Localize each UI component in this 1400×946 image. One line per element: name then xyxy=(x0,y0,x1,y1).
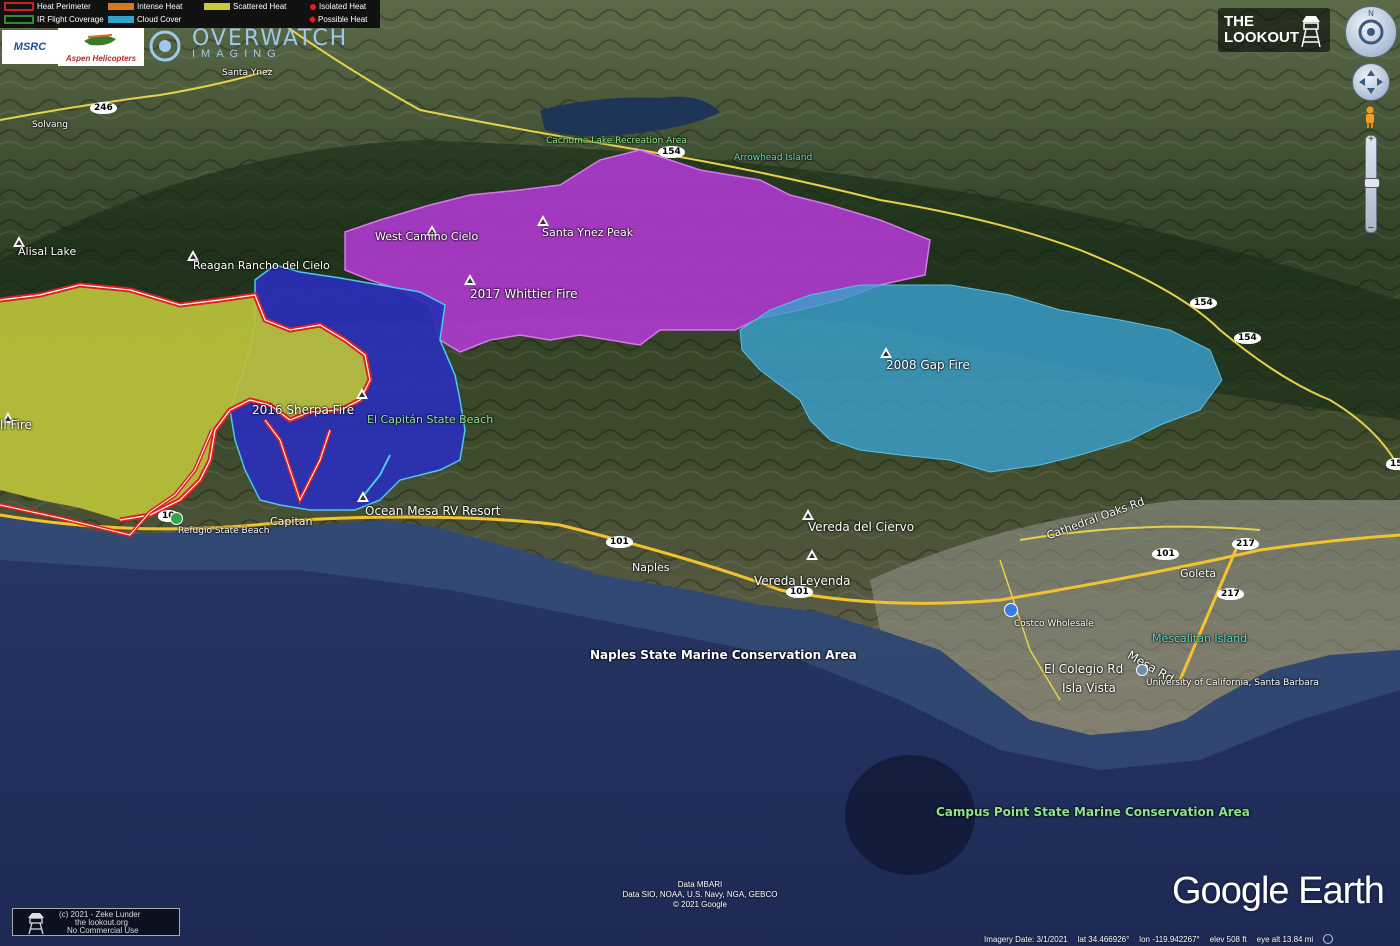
legend-swatch xyxy=(204,3,230,10)
place-mescalitan-island: Mescalitan Island xyxy=(1152,632,1248,645)
place-alisal-lake: Alisal Lake xyxy=(18,245,77,258)
route-shield-101: 101 xyxy=(786,586,813,598)
legend-cloud-cover: Cloud Cover xyxy=(108,15,181,24)
lookout-tower-icon xyxy=(28,913,44,935)
move-arrows-icon xyxy=(1359,70,1383,94)
label-whittier-fire: 2017 Whittier Fire xyxy=(470,287,578,301)
helicopter-icon xyxy=(84,34,116,46)
label-naples-smca: Naples State Marine Conservation Area xyxy=(590,648,857,662)
place-ucsb: University of California, Santa Barbara xyxy=(1146,678,1319,688)
copyright-notice: (c) 2021 - Zeke Lunder the lookout.org N… xyxy=(12,908,180,936)
longitude-readout: lon -119.942267° xyxy=(1139,934,1200,944)
fire-legend: Heat Perimeter Intense Heat Scattered He… xyxy=(0,0,380,28)
overwatch-subtitle: IMAGING xyxy=(192,48,282,60)
aspen-helicopters-logo: Aspen Helicopters xyxy=(58,28,144,66)
look-control[interactable]: N xyxy=(1345,6,1397,58)
place-el-capitan-beach: El Capitán State Beach xyxy=(367,413,494,426)
place-solvang: Solvang xyxy=(32,120,68,130)
place-goleta: Goleta xyxy=(1180,567,1217,580)
route-shield-154: 15 xyxy=(1386,458,1400,470)
overwatch-logo: OVERWATCH IMAGING xyxy=(148,26,384,64)
zoom-in-icon[interactable]: + xyxy=(1365,134,1377,145)
route-shield-154: 154 xyxy=(1190,297,1217,309)
legend-heat-perimeter: Heat Perimeter xyxy=(4,2,91,11)
legend-ir-coverage: IR Flight Coverage xyxy=(4,15,104,24)
legend-isolated-heat: Isolated Heat xyxy=(310,2,366,11)
road-el-colegio: El Colegio Rd xyxy=(1044,662,1124,676)
route-shield-217: 217 xyxy=(1217,588,1244,600)
place-santa-ynez-peak: Santa Ynez Peak xyxy=(542,226,634,239)
place-ocean-mesa: Ocean Mesa RV Resort xyxy=(365,504,501,518)
label-left-fire: ll Fire xyxy=(0,418,32,432)
sponsor-logos: MSRC Aspen Helicopters OVERWATCH IMAGING xyxy=(0,26,384,68)
route-shield-154: 154 xyxy=(1234,332,1261,344)
label-campus-point-smca: Campus Point State Marine Conservation A… xyxy=(936,805,1250,819)
the-lookout-logo: THE LOOKOUT xyxy=(1218,8,1330,52)
place-reagan-rancho: Reagan Rancho del Cielo xyxy=(193,259,330,272)
elevation-readout: elev 508 ft xyxy=(1209,934,1247,944)
route-shield-101: 101 xyxy=(1152,548,1179,560)
status-bar: Imagery Date: 3/1/2021 lat 34.466926° lo… xyxy=(984,932,1400,946)
peak-marker-icon xyxy=(880,347,892,358)
place-santa-ynez: Santa Ynez xyxy=(222,68,273,78)
park-marker-icon xyxy=(170,512,183,525)
peak-marker-icon xyxy=(464,274,476,285)
svg-text:N: N xyxy=(1368,9,1374,18)
street-view-pegman-icon[interactable] xyxy=(1364,106,1376,128)
legend-swatch xyxy=(108,3,134,10)
peak-marker-icon xyxy=(802,509,814,520)
place-vereda-del-ciervo: Vereda del Ciervo xyxy=(808,520,915,534)
streaming-indicator-icon xyxy=(1323,934,1334,944)
place-refugio-beach: Refugio State Beach xyxy=(178,526,270,536)
move-control[interactable] xyxy=(1352,63,1390,101)
place-arrowhead-island: Arrowhead Island xyxy=(734,153,813,163)
legend-intense-heat: Intense Heat xyxy=(108,2,182,11)
route-shield-101: 101 xyxy=(606,536,633,548)
red-dot-icon xyxy=(310,3,316,10)
legend-possible-heat: Possible Heat xyxy=(308,15,367,24)
peak-marker-icon xyxy=(806,549,818,560)
legend-swatch xyxy=(108,16,134,23)
place-capitan: Capitan xyxy=(270,515,313,528)
route-shield-217: 217 xyxy=(1232,538,1259,550)
zoom-out-icon[interactable]: − xyxy=(1365,222,1377,234)
place-isla-vista: Isla Vista xyxy=(1062,681,1116,695)
msrc-logo: MSRC xyxy=(2,30,58,64)
legend-scattered-heat: Scattered Heat xyxy=(204,2,286,11)
imagery-date: Imagery Date: 3/1/2021 xyxy=(984,934,1068,944)
store-marker-icon xyxy=(1004,603,1018,617)
zoom-slider[interactable]: + − xyxy=(1364,134,1380,234)
legend-swatch xyxy=(4,2,34,11)
place-naples: Naples xyxy=(632,561,670,574)
lookout-tower-icon xyxy=(1301,16,1321,48)
peak-marker-icon xyxy=(356,388,368,399)
legend-swatch xyxy=(4,15,34,24)
route-shield-246: 246 xyxy=(90,102,117,114)
place-cachuma-lake: Cachuma Lake Recreation Area xyxy=(546,136,687,146)
university-marker-icon xyxy=(1136,664,1148,676)
data-attribution: Data MBARI Data SIO, NOAA, U.S. Navy, NG… xyxy=(622,880,778,909)
eye-logo-icon xyxy=(149,30,181,62)
eye-compass-icon: N xyxy=(1358,9,1384,45)
latitude-readout: lat 34.466926° xyxy=(1077,934,1130,944)
peak-marker-icon xyxy=(357,491,369,502)
place-costco: Costco Wholesale xyxy=(1014,619,1094,629)
google-earth-logo: Google Earth xyxy=(1172,870,1385,912)
peak-marker-icon xyxy=(537,215,549,226)
label-sherpa-fire: 2016 Sherpa Fire xyxy=(252,403,355,417)
eye-altitude-readout: eye alt 13.84 mi xyxy=(1256,934,1314,944)
label-gap-fire: 2008 Gap Fire xyxy=(886,358,970,372)
red-diamond-icon xyxy=(308,15,317,24)
route-shield-154: 154 xyxy=(658,146,685,158)
zoom-handle[interactable] xyxy=(1364,178,1380,188)
place-west-camino-cielo: West Camino Cielo xyxy=(375,230,479,243)
